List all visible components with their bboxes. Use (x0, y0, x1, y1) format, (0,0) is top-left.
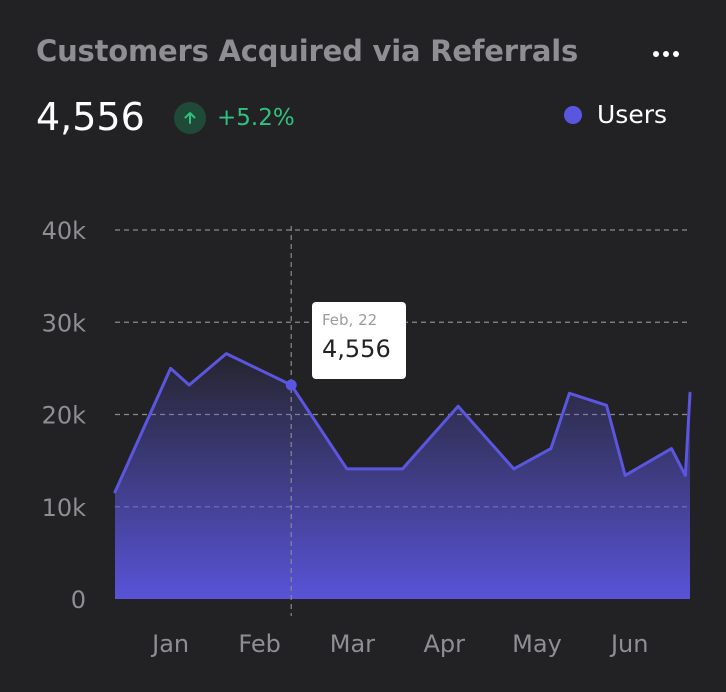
y-tick-label: 0 (71, 586, 86, 614)
series-users (113, 352, 692, 599)
y-tick-label: 40k (42, 217, 87, 245)
y-tick-label: 10k (42, 494, 87, 522)
tooltip-value: 4,556 (322, 335, 391, 363)
y-tick-label: 30k (42, 309, 87, 337)
highlight-point (285, 379, 297, 391)
x-tick-label: Apr (423, 630, 465, 658)
data-tooltip: Feb, 22 4,556 (312, 302, 406, 379)
x-tick-label: Jun (609, 630, 649, 658)
x-axis: Jan Feb Mar Apr May Jun (150, 630, 648, 658)
x-tick-label: Jan (150, 630, 189, 658)
x-tick-label: Mar (330, 630, 375, 658)
referrals-card: Customers Acquired via Referrals 4,556 +… (0, 0, 726, 692)
x-tick-label: May (512, 630, 562, 658)
y-tick-label: 20k (42, 402, 87, 430)
series-area (115, 353, 690, 599)
x-tick-label: Feb (238, 630, 281, 658)
tooltip-date: Feb, 22 (322, 311, 378, 329)
y-axis: 0 10k 20k 30k 40k (42, 217, 87, 614)
